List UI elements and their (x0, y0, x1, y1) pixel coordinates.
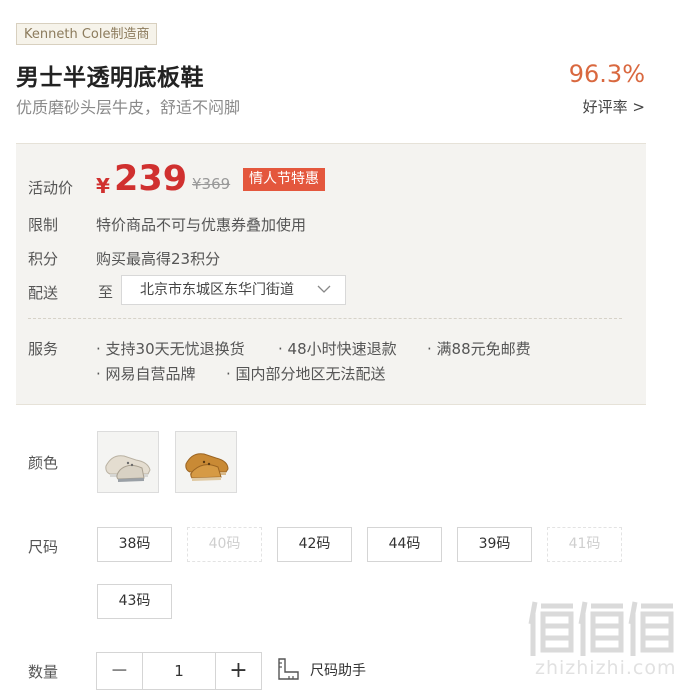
quantity-label: 数量 (28, 663, 59, 681)
shoe-image (98, 432, 158, 492)
service-item: · 网易自营品牌 (96, 365, 196, 383)
points-label: 积分 (28, 250, 59, 268)
size-option[interactable]: 39码 (457, 527, 532, 562)
divider (28, 318, 622, 319)
color-label: 颜色 (28, 454, 59, 472)
limit-text: 特价商品不可与优惠券叠加使用 (96, 216, 307, 234)
service-item: · 满88元免邮费 (427, 340, 531, 358)
service-item: · 国内部分地区无法配送 (226, 365, 386, 383)
promo-badge: 情人节特惠 (243, 168, 325, 191)
size-option-disabled: 40码 (187, 527, 262, 562)
watermark: zhizhizhi.com (527, 596, 687, 686)
color-swatch-grey[interactable] (97, 431, 159, 493)
size-helper-label: 尺码助手 (310, 663, 366, 679)
rating-value: 96.3% (568, 60, 645, 88)
size-option-disabled: 41码 (547, 527, 622, 562)
points-text: 购买最高得23积分 (96, 250, 221, 268)
address-value: 北京市东城区东华门街道 (140, 282, 294, 298)
manufacturer-tag: Kenneth Cole制造商 (16, 23, 158, 45)
ruler-icon (278, 658, 299, 680)
price-panel: 活动价 ¥ 239 ¥369 情人节特惠 限制 特价商品不可与优惠券叠加使用 积… (16, 143, 646, 405)
rating-block: 96.3% 好评率 > (569, 60, 645, 117)
delivery-label: 配送 (28, 284, 59, 302)
shoe-image (176, 432, 236, 492)
size-option[interactable]: 42码 (277, 527, 352, 562)
original-price: ¥369 (192, 175, 231, 193)
rating-link[interactable]: 好评率 > (569, 96, 645, 117)
watermark-text: zhizhizhi.com (535, 657, 677, 679)
sale-price: 239 (114, 159, 188, 199)
service-label: 服务 (28, 340, 59, 358)
size-option[interactable]: 44码 (367, 527, 442, 562)
service-item: · 支持30天无忧退换货 (96, 340, 245, 358)
watermark-logo (528, 601, 674, 656)
product-title: 男士半透明底板鞋 (16, 65, 204, 91)
decrement-button[interactable]: − (97, 653, 143, 689)
color-swatch-brown[interactable] (175, 431, 237, 493)
quantity-input[interactable]: 1 (143, 653, 215, 689)
size-option[interactable]: 38码 (97, 527, 172, 562)
increment-button[interactable]: + (215, 653, 261, 689)
price-label: 活动价 (28, 179, 74, 197)
service-item: · 48小时快速退款 (278, 340, 397, 358)
limit-label: 限制 (28, 216, 59, 234)
product-subtitle: 优质磨砂头层牛皮，舒适不闷脚 (16, 98, 241, 117)
size-option[interactable]: 43码 (97, 584, 172, 619)
size-label: 尺码 (28, 538, 59, 556)
chevron-down-icon (317, 275, 331, 316)
currency-symbol: ¥ (96, 174, 110, 198)
delivery-prefix: 至 (98, 283, 114, 301)
quantity-stepper: − 1 + (96, 652, 262, 690)
address-select[interactable]: 北京市东城区东华门街道 (121, 275, 346, 305)
